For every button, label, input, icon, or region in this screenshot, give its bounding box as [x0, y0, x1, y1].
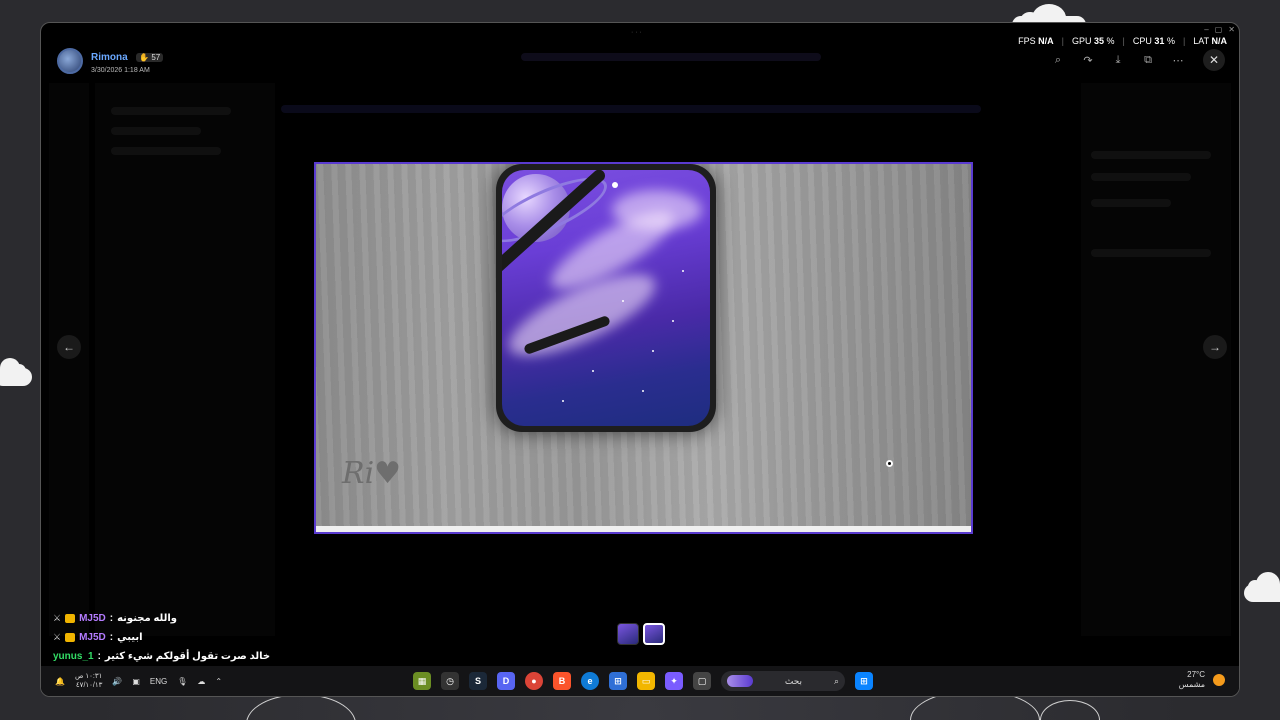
image-thumbnails — [617, 623, 665, 645]
next-image-button[interactable]: → — [1203, 335, 1227, 359]
thumbnail-active[interactable] — [643, 623, 665, 645]
weather-widget[interactable]: 27°C مشمس — [1179, 670, 1225, 690]
hill-decoration — [246, 694, 356, 720]
fps-stat: FPS N/A — [1018, 36, 1054, 46]
taskbar-apps: ▦ ◷ S D ● B e ⊞ ▭ ✦ ▢ ⌕ بحث ⊞ — [413, 671, 873, 691]
discord-image-viewer: · · · Rimona ✋ 57 3/30/2026 1:18 AM – ▢ … — [40, 22, 1240, 697]
volume-icon[interactable]: 🔊 — [112, 677, 122, 686]
taskbar-search[interactable]: ⌕ بحث — [721, 671, 845, 691]
cpu-stat: CPU 31 % — [1132, 36, 1175, 46]
cloud-decoration — [1244, 572, 1280, 602]
clock[interactable]: ١٠:٣١ ص ٤٧/١٠/١٣ — [75, 672, 102, 690]
thumbnail[interactable] — [617, 623, 639, 645]
brave-app-icon[interactable]: B — [553, 672, 571, 690]
clock-app-icon[interactable]: ◷ — [441, 672, 459, 690]
window-title: · · · — [631, 29, 642, 36]
maximize-icon[interactable]: ▢ — [1215, 25, 1223, 34]
sword-icon: ⚔ — [53, 632, 62, 642]
network-icon[interactable]: ▣ — [132, 677, 140, 686]
window-controls: – ▢ ✕ — [1204, 25, 1235, 34]
close-window-icon[interactable]: ✕ — [1228, 25, 1235, 34]
artist-signature: Ri♥ — [342, 456, 402, 491]
window-app-icon[interactable]: ▢ — [693, 672, 711, 690]
download-icon[interactable]: ⤓ — [1109, 51, 1127, 69]
stream-chat-overlay: ⚔ MJ5D : والله مجنونه ⚔ MJ5D : ابيبي yun… — [53, 609, 270, 666]
chat-message: yunus_1 : خالد صرت تقول أقولكم شيء كثير — [53, 651, 271, 662]
viewer-toolbar: ⌕ ↷ ⤓ ⧉ ⋯ ✕ — [1049, 49, 1225, 71]
file-explorer-icon[interactable]: ▭ — [637, 672, 655, 690]
performance-overlay: FPS N/A | GPU 35 % | CPU 31 % | LAT N/A — [1018, 36, 1227, 46]
sun-icon — [1213, 674, 1225, 686]
chat-message: ⚔ MJ5D : والله مجنونه — [53, 609, 270, 628]
search-highlight-art — [727, 675, 754, 687]
start-button[interactable]: ⊞ — [855, 672, 873, 690]
windows-taskbar: 🔔 ١٠:٣١ ص ٤٧/١٠/١٣ 🔊 ▣ ENG 🎙 ☁ ⌃ ▦ ◷ S D… — [41, 666, 1239, 696]
author-name[interactable]: Rimona — [91, 52, 128, 63]
lat-stat: LAT N/A — [1193, 36, 1227, 46]
hill-decoration — [1040, 700, 1100, 720]
desktop: · · · Rimona ✋ 57 3/30/2026 1:18 AM – ▢ … — [0, 0, 1280, 720]
forward-icon[interactable]: ↷ — [1079, 51, 1097, 69]
edge-app-icon[interactable]: e — [581, 672, 599, 690]
store-app-icon[interactable]: ⊞ — [609, 672, 627, 690]
chat-message: ⚔ MJ5D : ابيبي — [53, 628, 270, 647]
crown-icon — [65, 633, 76, 642]
minecraft-app-icon[interactable]: ▦ — [413, 672, 431, 690]
message-timestamp: 3/30/2026 1:18 AM — [91, 67, 150, 74]
minimize-icon[interactable]: – — [1204, 25, 1208, 34]
zoom-icon[interactable]: ⌕ — [1049, 51, 1067, 69]
search-icon: ⌕ — [833, 675, 839, 686]
avatar[interactable] — [57, 47, 83, 74]
mouse-cursor — [886, 460, 893, 467]
microphone-icon[interactable]: 🎙 — [177, 677, 187, 686]
cloud-decoration — [0, 358, 32, 386]
gpu-stat: GPU 35 % — [1071, 36, 1115, 46]
previous-image-button[interactable]: ← — [57, 335, 81, 359]
sword-icon: ⚔ — [53, 613, 62, 623]
discord-app-icon[interactable]: D — [497, 672, 515, 690]
language-indicator[interactable]: ENG — [150, 677, 167, 686]
cloud-sync-icon[interactable]: ☁ — [197, 677, 205, 686]
system-tray: 🔔 ١٠:٣١ ص ٤٧/١٠/١٣ 🔊 ▣ ENG 🎙 ☁ ⌃ — [55, 672, 222, 690]
chrome-app-icon[interactable]: ● — [525, 672, 543, 690]
close-icon[interactable]: ✕ — [1203, 49, 1225, 71]
space-scene — [502, 170, 710, 426]
artwork-image[interactable]: Ri♥ — [314, 162, 973, 534]
porthole-window — [496, 164, 716, 432]
copilot-app-icon[interactable]: ✦ — [665, 672, 683, 690]
crown-icon — [65, 614, 76, 623]
notification-icon[interactable]: 🔔 — [55, 677, 65, 686]
author-info[interactable]: Rimona ✋ 57 3/30/2026 1:18 AM — [57, 47, 164, 74]
steam-app-icon[interactable]: S — [469, 672, 487, 690]
badge-count: ✋ 57 — [136, 53, 164, 62]
open-external-icon[interactable]: ⧉ — [1139, 51, 1157, 69]
more-icon[interactable]: ⋯ — [1169, 51, 1187, 69]
chevron-up-icon[interactable]: ⌃ — [215, 677, 222, 686]
